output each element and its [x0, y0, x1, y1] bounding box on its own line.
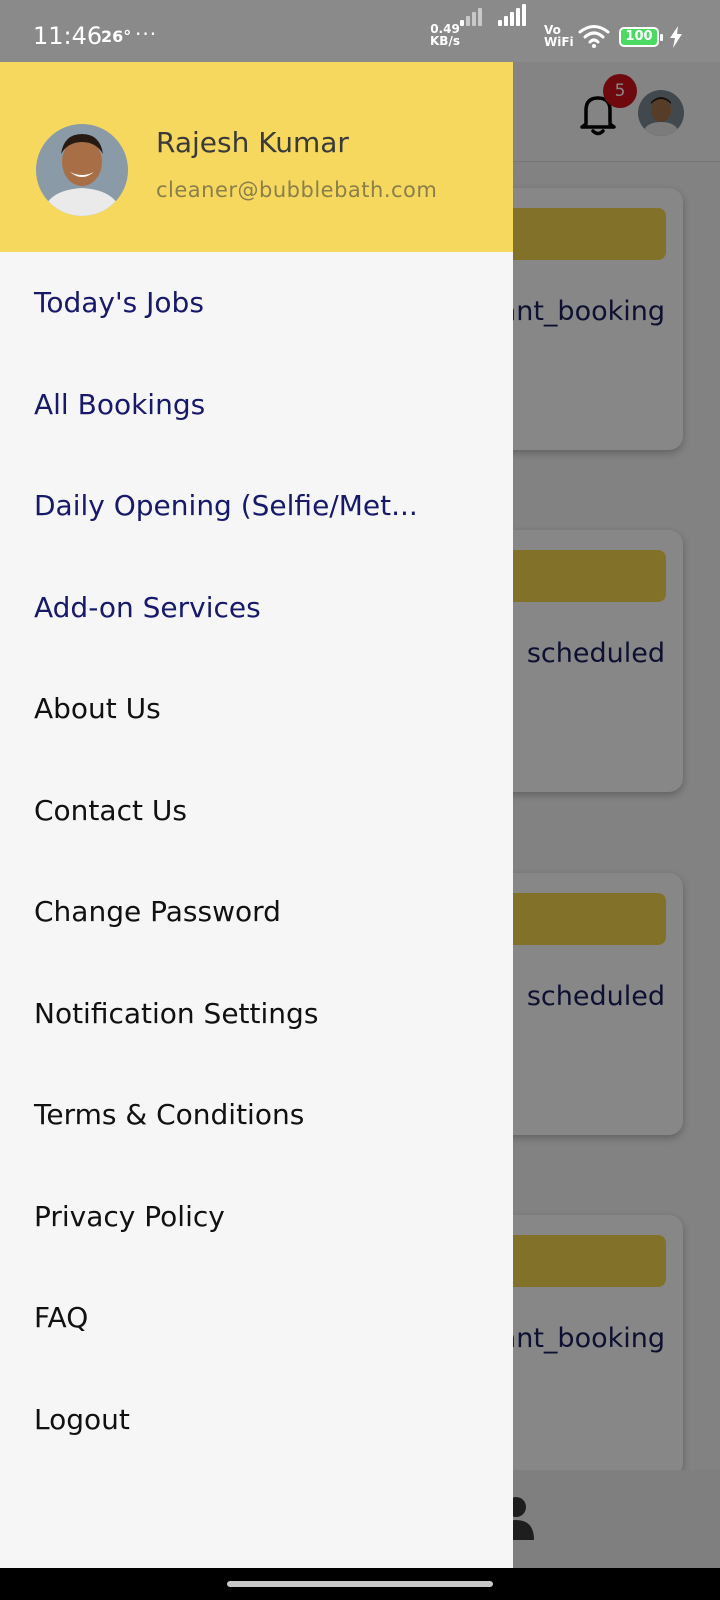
menu-item-add-on-services[interactable]: Add-on Services [0, 557, 513, 659]
vowifi-indicator: Vo WiFi [544, 24, 574, 48]
menu-item-change-password[interactable]: Change Password [0, 861, 513, 963]
status-more-indicator: ··· [135, 22, 158, 46]
profile-avatar [36, 124, 128, 216]
network-speed: 0.49 KB/s [430, 23, 460, 47]
status-time: 11:46 [33, 22, 103, 50]
menu-item-contact-us[interactable]: Contact Us [0, 760, 513, 862]
drawer-header: Rajesh Kumar cleaner@bubblebath.com [0, 62, 513, 252]
menu-item-terms-conditions[interactable]: Terms & Conditions [0, 1064, 513, 1166]
status-temperature: 26° [101, 27, 132, 46]
network-speed-unit: KB/s [430, 34, 460, 48]
home-gesture-pill[interactable] [227, 1581, 493, 1587]
navigation-drawer: Rajesh Kumar cleaner@bubblebath.com Toda… [0, 62, 513, 1568]
menu-item-all-bookings[interactable]: All Bookings [0, 354, 513, 456]
status-bar: 11:46 26° ··· 0.49 KB/s Vo WiFi 100 [0, 0, 720, 62]
menu-item-about-us[interactable]: About Us [0, 658, 513, 760]
menu-item-daily-opening[interactable]: Daily Opening (Selfie/Met... [0, 455, 513, 557]
user-name: Rajesh Kumar [156, 126, 349, 159]
menu-item-privacy-policy[interactable]: Privacy Policy [0, 1166, 513, 1268]
drawer-menu: Today's Jobs All Bookings Daily Opening … [0, 252, 513, 1470]
user-email: cleaner@bubblebath.com [156, 178, 438, 202]
battery-icon: 100 [619, 27, 663, 47]
charging-icon [670, 26, 682, 48]
wifi-icon [578, 25, 610, 48]
vowifi-bottom: WiFi [544, 35, 574, 49]
menu-item-logout[interactable]: Logout [0, 1369, 513, 1471]
system-navigation-bar [0, 1568, 720, 1600]
menu-item-faq[interactable]: FAQ [0, 1267, 513, 1369]
user-photo-icon [36, 124, 128, 216]
menu-item-notification-settings[interactable]: Notification Settings [0, 963, 513, 1065]
menu-item-todays-jobs[interactable]: Today's Jobs [0, 252, 513, 354]
